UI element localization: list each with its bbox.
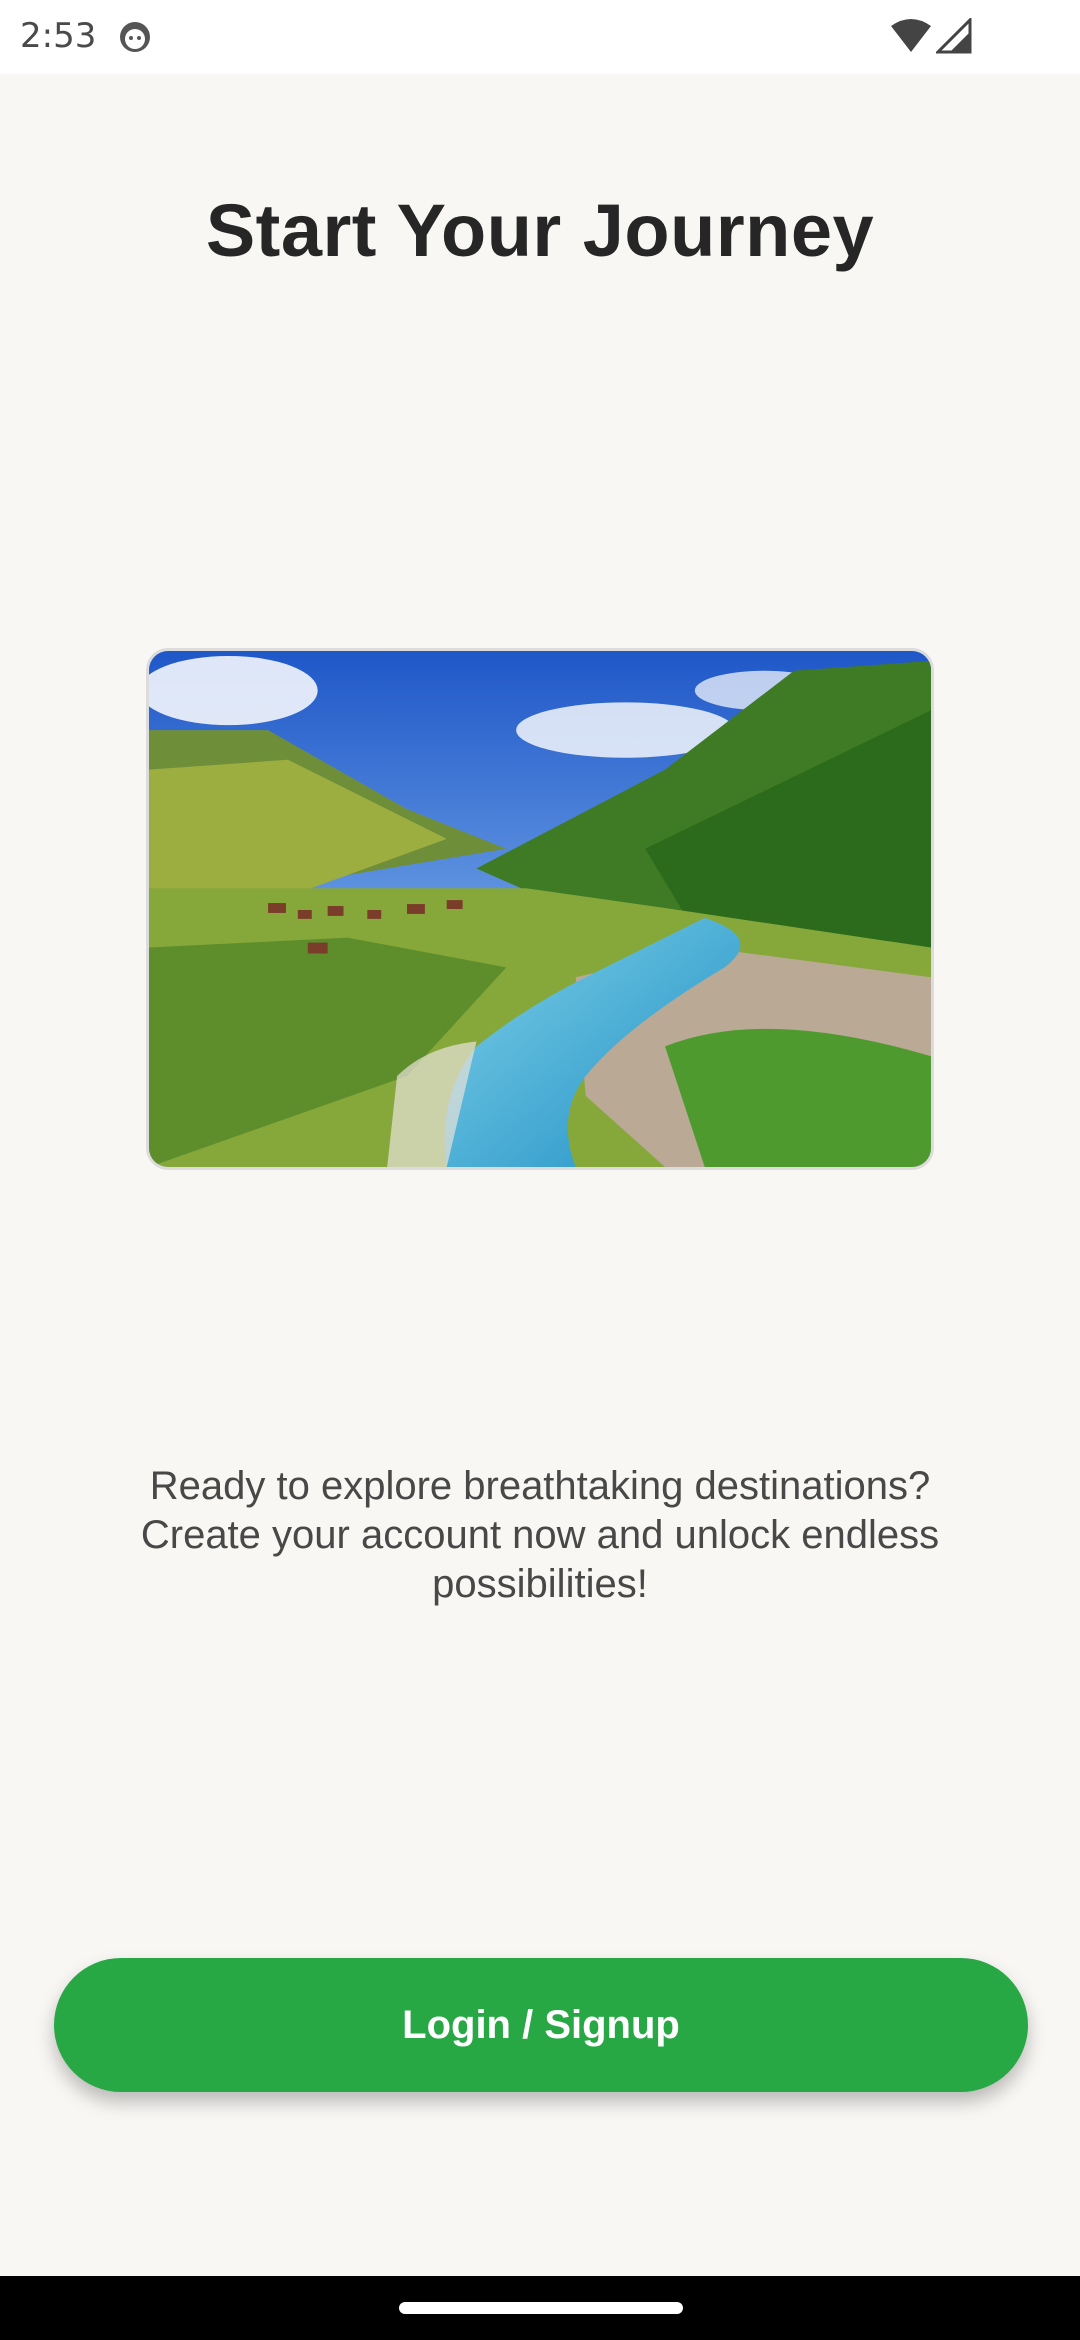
landscape-illustration	[149, 651, 931, 1167]
wifi-icon	[890, 18, 932, 54]
status-bar: 2:53	[0, 0, 1080, 74]
android-face-icon	[118, 20, 152, 54]
description-text: Ready to explore breathtaking destinatio…	[140, 1464, 940, 1606]
home-indicator[interactable]	[399, 2302, 683, 2314]
login-signup-label: Login / Signup	[402, 2002, 680, 2047]
page-title: Start Your Journey	[205, 189, 875, 272]
status-time: 2:53	[20, 16, 97, 56]
hero-image	[146, 648, 934, 1170]
login-signup-button[interactable]: Login / Signup	[54, 1958, 1028, 2092]
cell-signal-icon	[934, 16, 972, 54]
